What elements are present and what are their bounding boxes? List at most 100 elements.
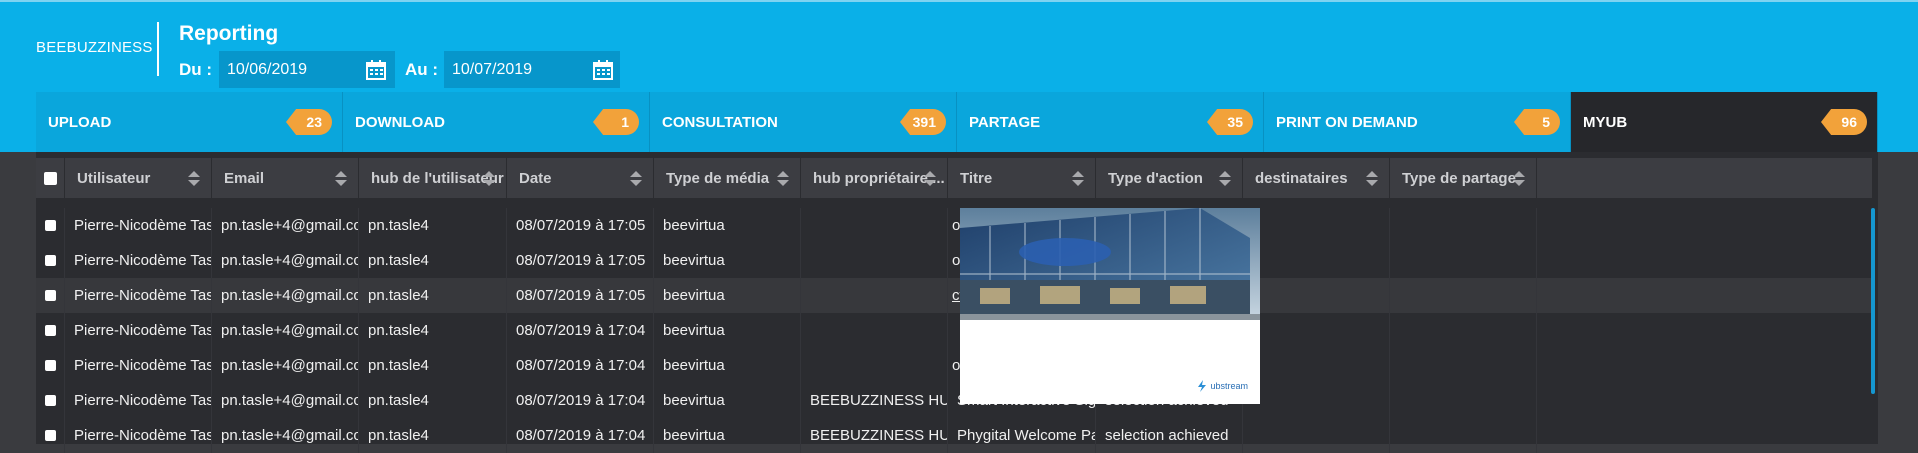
row-checkbox[interactable] [44, 325, 56, 336]
row-select-cell [36, 348, 65, 383]
tab-label: CONSULTATION [662, 113, 778, 131]
table-cell: Pierre-Nicodème Taslé [65, 208, 212, 243]
table-cell: pn.tasle4 [359, 313, 507, 348]
table-cell: Pierre-Nicodème Taslé [65, 243, 212, 278]
table-cell: Phygital Welcome Pa... [948, 418, 1096, 453]
column-header[interactable]: hub de l'utilisateur [359, 158, 507, 198]
sort-icon[interactable] [1365, 171, 1379, 187]
sort-icon[interactable] [629, 171, 643, 187]
table-cell: pn.tasle+4@gmail.com [212, 418, 359, 453]
column-header[interactable]: Type de partage [1390, 158, 1537, 198]
table-cell: beevirtua [654, 313, 801, 348]
column-header-label: Date [519, 169, 552, 187]
select-all-checkbox[interactable] [44, 171, 57, 185]
calendar-icon[interactable] [592, 59, 614, 81]
column-header[interactable]: Utilisateur [65, 158, 212, 198]
table-cell: pn.tasle4 [359, 278, 507, 313]
row-checkbox[interactable] [44, 395, 56, 406]
table-row[interactable]: Pierre-Nicodème Taslé pn.tasle+4@gmail.co… [36, 348, 1872, 383]
column-header[interactable]: Type de média [654, 158, 801, 198]
from-label: Du : [179, 60, 213, 79]
table-cell: pn.tasle4 [359, 243, 507, 278]
table-cell [1243, 313, 1390, 348]
row-select-cell [36, 418, 65, 453]
count-badge: 391 [900, 109, 946, 135]
table-cell: Pierre-Nicodème Taslé [65, 278, 212, 313]
table-row[interactable]: Pierre-Nicodème Taslé pn.tasle+4@gmail.co… [36, 383, 1872, 418]
tab-myub[interactable]: MYUB 96 [1571, 92, 1878, 152]
tab-label: UPLOAD [48, 113, 112, 131]
ubstream-logo: ubstream [1197, 380, 1248, 392]
table-cell [1243, 243, 1390, 278]
column-header-label: Type de média [666, 169, 770, 187]
table-cell [801, 243, 948, 278]
row-select-cell [36, 208, 65, 243]
table-row[interactable]: Pierre-Nicodème Taslé pn.tasle+4@gmail.co… [36, 278, 1872, 313]
column-header-label: Type de partage [1402, 169, 1516, 187]
vertical-scrollbar[interactable] [1871, 208, 1875, 394]
column-header[interactable]: destinataires [1243, 158, 1390, 198]
to-label: Au : [405, 60, 439, 79]
sort-icon[interactable] [1218, 171, 1232, 187]
table-cell [801, 208, 948, 243]
tab-consultation[interactable]: CONSULTATION 391 [650, 92, 957, 152]
table-cell: pn.tasle+4@gmail.com [212, 348, 359, 383]
column-header[interactable]: Date [507, 158, 654, 198]
tab-download[interactable]: DOWNLOAD 1 [343, 92, 650, 152]
table-cell: pn.tasle+4@gmail.com [212, 278, 359, 313]
column-header[interactable]: Titre [948, 158, 1096, 198]
to-date-value: 10/07/2019 [452, 60, 533, 78]
tab-upload[interactable]: UPLOAD 23 [36, 92, 343, 152]
table-row[interactable]: Pierre-Nicodème Taslé pn.tasle+4@gmail.co… [36, 313, 1872, 348]
table-cell [1390, 208, 1537, 243]
sort-icon[interactable] [776, 171, 790, 187]
table-row[interactable]: Pierre-Nicodème Taslé pn.tasle+4@gmail.co… [36, 208, 1872, 243]
sort-icon[interactable] [1512, 171, 1526, 187]
sort-icon[interactable] [1071, 171, 1085, 187]
to-date-field[interactable]: 10/07/2019 [444, 51, 620, 88]
row-select-cell [36, 383, 65, 418]
tab-label: PARTAGE [969, 113, 1041, 131]
ubstream-logo-icon [1198, 380, 1207, 392]
column-header[interactable]: hub propriétaire ... [801, 158, 948, 198]
table-cell [801, 313, 948, 348]
from-date-field[interactable]: 10/06/2019 [219, 51, 395, 88]
sort-icon[interactable] [187, 171, 201, 187]
column-header[interactable]: Type d'action [1096, 158, 1243, 198]
sort-icon[interactable] [482, 171, 496, 187]
brand-logo[interactable]: BEEBUZZINESS [36, 39, 153, 56]
count-badge: 5 [1514, 109, 1560, 135]
table-cell: beevirtua [654, 208, 801, 243]
table-cell: pn.tasle4 [359, 208, 507, 243]
row-select-cell [36, 313, 65, 348]
table-cell: Pierre-Nicodème Taslé [65, 313, 212, 348]
column-header-label: Utilisateur [77, 169, 151, 187]
sort-icon[interactable] [923, 171, 937, 187]
table-cell: 08/07/2019 à 17:04 [507, 383, 654, 418]
logo-text: ubstream [1210, 381, 1248, 391]
table-cell: beevirtua [654, 243, 801, 278]
table-cell: beevirtua [654, 348, 801, 383]
row-checkbox[interactable] [44, 255, 56, 266]
building-photo [960, 208, 1260, 404]
column-header-label: Type d'action [1108, 169, 1203, 187]
table-row[interactable]: Pierre-Nicodème Taslé pn.tasle+4@gmail.co… [36, 418, 1872, 453]
column-header[interactable]: Email [212, 158, 359, 198]
table-cell: pn.tasle+4@gmail.com [212, 313, 359, 348]
tab-print-on-demand[interactable]: PRINT ON DEMAND 5 [1264, 92, 1571, 152]
page-title: Reporting [179, 22, 279, 45]
table-cell: pn.tasle4 [359, 418, 507, 453]
row-checkbox[interactable] [44, 290, 56, 301]
table-cell: selection achieved [1096, 418, 1243, 453]
table-row[interactable]: Pierre-Nicodème Taslé pn.tasle+4@gmail.co… [36, 243, 1872, 278]
calendar-icon[interactable] [365, 59, 387, 81]
sort-icon[interactable] [334, 171, 348, 187]
tab-partage[interactable]: PARTAGE 35 [957, 92, 1264, 152]
row-checkbox[interactable] [44, 360, 56, 371]
row-checkbox[interactable] [44, 430, 56, 441]
column-header-label: Email [224, 169, 265, 187]
table-cell: 08/07/2019 à 17:04 [507, 418, 654, 453]
row-checkbox[interactable] [44, 220, 56, 231]
grid-header: Utilisateur Email hub de l'utilisateur Date… [36, 158, 1872, 198]
table-cell [1243, 418, 1390, 453]
